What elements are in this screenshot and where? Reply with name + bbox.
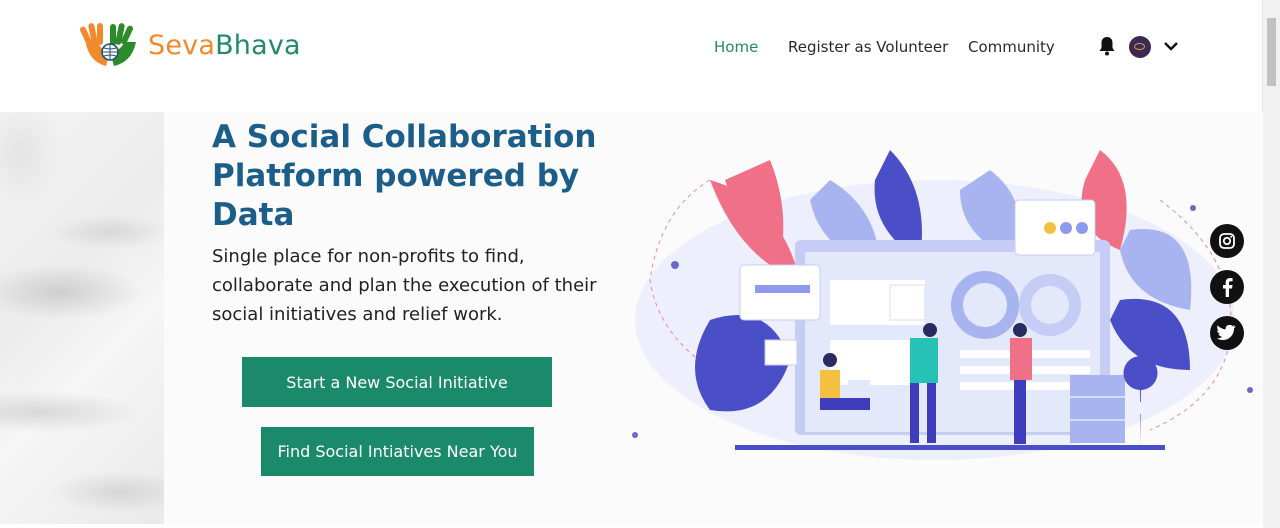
hero-headline: A Social Collaboration Platform powered … bbox=[212, 119, 597, 233]
hero-subtext: Single place for non-profits to find, co… bbox=[212, 246, 597, 325]
site-logo[interactable]: SevaBhava bbox=[80, 22, 301, 68]
brand-name-part1: Seva bbox=[148, 29, 216, 61]
hands-globe-icon bbox=[80, 23, 136, 66]
scrollbar-thumb[interactable] bbox=[1267, 18, 1276, 86]
avatar[interactable] bbox=[1129, 36, 1151, 58]
page-scrollbar[interactable] bbox=[1262, 0, 1280, 528]
bell-icon[interactable] bbox=[1098, 36, 1116, 56]
instagram-icon[interactable] bbox=[1210, 224, 1244, 258]
nav-item-register-volunteer[interactable]: Register as Volunteer bbox=[788, 38, 948, 56]
start-initiative-button[interactable]: Start a New Social Initiative bbox=[242, 357, 552, 407]
marble-background bbox=[0, 112, 164, 528]
chevron-down-icon[interactable] bbox=[1163, 40, 1179, 52]
brand-name-part2: Bhava bbox=[215, 29, 301, 61]
nav-item-home[interactable]: Home bbox=[714, 38, 758, 56]
facebook-icon[interactable] bbox=[1210, 270, 1244, 304]
brand-name: SevaBhava bbox=[148, 30, 301, 61]
page-bottom-edge bbox=[0, 524, 1263, 528]
twitter-icon[interactable] bbox=[1210, 316, 1244, 350]
site-header: SevaBhava Home Register as Volunteer Com… bbox=[0, 0, 1263, 92]
find-initiatives-button[interactable]: Find Social Intiatives Near You bbox=[261, 427, 534, 476]
nav-item-community[interactable]: Community bbox=[968, 38, 1055, 56]
collaboration-illustration bbox=[632, 150, 1253, 460]
